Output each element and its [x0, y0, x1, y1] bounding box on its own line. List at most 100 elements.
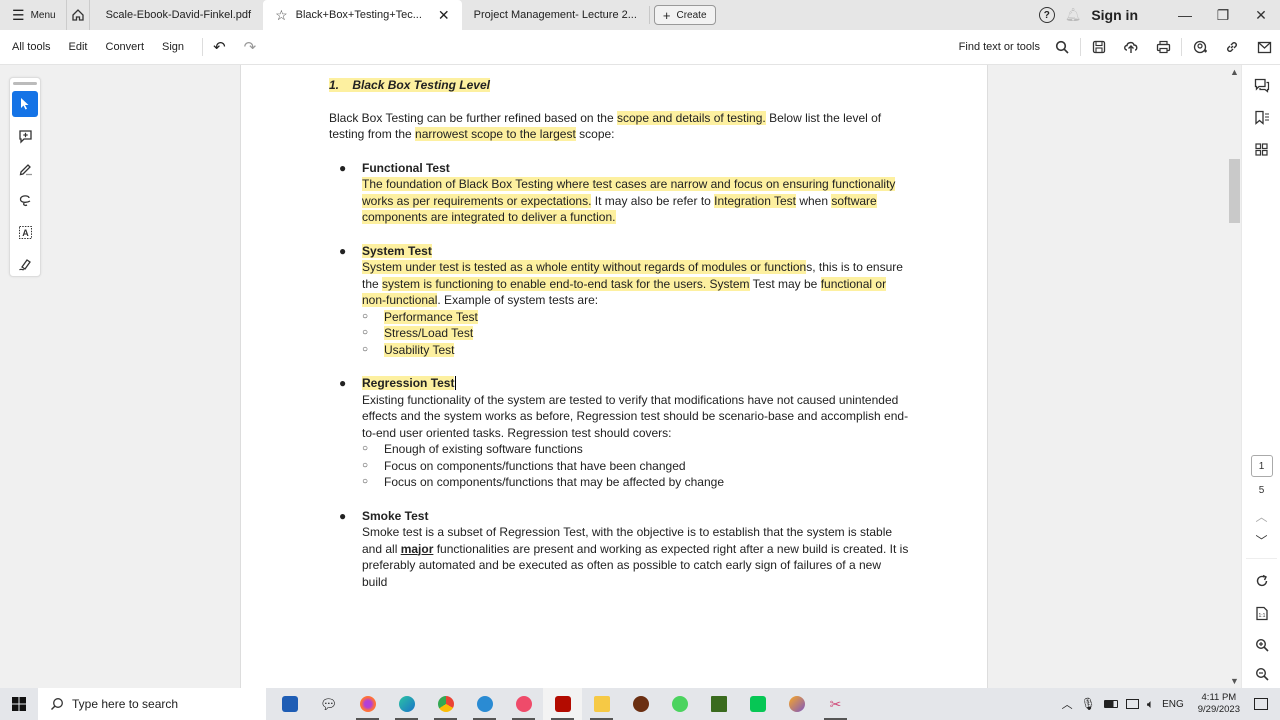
network-icon[interactable] [1125, 699, 1139, 709]
taskbar-app-firefox[interactable] [348, 688, 387, 720]
taskbar-app-acrobat[interactable] [543, 688, 582, 720]
highlighted-text: Integration Test [714, 193, 796, 208]
share-user-icon[interactable] [1184, 40, 1216, 55]
language-indicator[interactable]: ENG [1162, 699, 1184, 710]
taskbar-app-edge[interactable] [387, 688, 426, 720]
sign-button[interactable]: Sign [146, 41, 184, 53]
document-content: 1. Black Box Testing Level Black Box Tes… [329, 77, 909, 607]
redo-icon[interactable]: ↷ [244, 38, 257, 56]
draw-freeform-tool-button[interactable] [12, 187, 38, 213]
scroll-up-arrow[interactable]: ▲ [1230, 67, 1239, 77]
text-run: It may also be refer to [591, 193, 715, 208]
minimize-button[interactable]: — [1166, 7, 1204, 23]
taskbar-app-vpn[interactable] [777, 688, 816, 720]
show-hidden-icons-button[interactable]: ︿ [1062, 696, 1073, 712]
close-window-button[interactable]: ✕ [1242, 7, 1280, 24]
select-tool-button[interactable] [12, 91, 38, 117]
upload-cloud-icon[interactable] [1115, 40, 1147, 54]
sub-item-text: Focus on components/functions that have … [384, 458, 686, 473]
close-tab-icon[interactable]: ✕ [438, 7, 450, 24]
fit-page-button[interactable]: 1:1 [1242, 597, 1280, 629]
taskbar-app-snipping[interactable]: ✂ [816, 688, 855, 720]
hamburger-icon: ☰ [12, 6, 25, 23]
edit-button[interactable]: Edit [53, 41, 88, 53]
taskbar-app-chrome[interactable] [426, 688, 465, 720]
link-icon[interactable] [1216, 40, 1248, 54]
taskbar-search-box[interactable]: Type here to search [38, 688, 266, 720]
tab-label: Project Management- Lecture 2... [473, 9, 637, 21]
sub-bullet: ○ [362, 443, 369, 454]
print-icon[interactable] [1147, 40, 1179, 54]
comment-plus-icon [18, 129, 32, 144]
create-button[interactable]: + Create [653, 5, 716, 25]
tab-black-box-testing[interactable]: ☆ Black+Box+Testing+Tec... ✕ [263, 0, 462, 30]
taskbar-app-tweeter[interactable] [465, 688, 504, 720]
svg-text:A: A [22, 228, 29, 238]
scissors-icon: ✂ [829, 695, 842, 712]
search-icon[interactable] [1046, 40, 1078, 54]
menu-label: Menu [30, 9, 56, 21]
taskbar-app-line[interactable] [738, 688, 777, 720]
text-tool-button[interactable]: A [12, 219, 38, 245]
page-margin-area [988, 65, 1228, 688]
notifications-icon[interactable] [1254, 698, 1268, 710]
current-page-input[interactable]: 1 [1250, 455, 1273, 477]
sign-tool-button[interactable] [12, 251, 38, 277]
comments-panel-button[interactable] [1242, 69, 1280, 101]
star-icon[interactable]: ☆ [275, 7, 288, 24]
menu-button[interactable]: ☰ Menu [0, 0, 66, 30]
pdf-page: 1. Black Box Testing Level Black Box Tes… [240, 65, 988, 688]
taskbar-app-recorder[interactable] [504, 688, 543, 720]
taskbar-app-wechat[interactable] [660, 688, 699, 720]
image-app-icon [710, 696, 727, 712]
lasso-icon [19, 194, 30, 206]
pen-highlight-icon [19, 163, 32, 175]
scrollbar-thumb[interactable] [1229, 159, 1240, 223]
highlight-tool-button[interactable] [12, 155, 38, 181]
bookmarks-panel-button[interactable] [1242, 101, 1280, 133]
palette-drag-handle[interactable] [13, 82, 37, 85]
bullet: ● [339, 160, 347, 175]
rotate-button[interactable] [1242, 565, 1280, 597]
sub-item-text: Stress/Load Test [384, 326, 474, 340]
clock-time: 4:11 PM [1201, 692, 1237, 703]
tab-label: Black+Box+Testing+Tec... [295, 9, 422, 21]
microphone-icon[interactable]: 🎙︎ [1081, 697, 1096, 711]
previous-page-button[interactable]: ︿ [1242, 504, 1280, 528]
search-icon [51, 698, 63, 710]
left-panel: A [0, 65, 240, 688]
next-page-button[interactable]: ﹀ [1242, 528, 1280, 552]
add-comment-tool-button[interactable] [12, 123, 38, 149]
volume-icon[interactable]: 🔈︎ [1147, 697, 1154, 712]
tab-scale-ebook[interactable]: Scale-Ebook-David-Finkel.pdf [94, 0, 264, 30]
start-button[interactable] [0, 697, 38, 711]
scroll-down-arrow[interactable]: ▼ [1230, 676, 1239, 686]
all-tools-button[interactable]: All tools [0, 41, 51, 53]
zoom-in-button[interactable] [1242, 629, 1280, 661]
notification-bell-icon[interactable]: 🔔︎ [1065, 7, 1082, 23]
grid-thumbnails-icon [1255, 142, 1268, 156]
vertical-scrollbar[interactable]: ▲ ▼ [1228, 65, 1241, 688]
taskbar-app-chat[interactable]: 💬︎ [309, 688, 348, 720]
convert-button[interactable]: Convert [90, 41, 145, 53]
zoom-out-button[interactable] [1242, 661, 1280, 687]
right-panel: 1 5 ︿ ﹀ 1:1 [1241, 65, 1280, 688]
home-button[interactable] [65, 0, 90, 30]
firefox-icon [359, 696, 376, 712]
taskbar-app-game[interactable] [621, 688, 660, 720]
save-icon[interactable] [1083, 40, 1115, 54]
find-text-or-tools[interactable]: Find text or tools [959, 41, 1040, 53]
undo-icon[interactable]: ↶ [213, 38, 226, 56]
help-icon[interactable]: ? [1038, 7, 1055, 23]
tab-project-management[interactable]: Project Management- Lecture 2... [462, 0, 649, 30]
battery-icon[interactable] [1103, 700, 1118, 708]
email-icon[interactable] [1248, 41, 1280, 54]
taskbar-app-store[interactable] [270, 688, 309, 720]
taskbar-app-file-explorer[interactable] [582, 688, 621, 720]
thumbnails-panel-button[interactable] [1242, 133, 1280, 165]
restore-button[interactable]: ❐ [1204, 7, 1242, 24]
taskbar-app-image[interactable] [699, 688, 738, 720]
system-tray: ︿ 🎙︎ 🔈︎ ENG 4:11 PM 9/29/2023 [1058, 688, 1280, 720]
sign-in-button[interactable]: Sign in [1091, 7, 1138, 23]
clock[interactable]: 4:11 PM 9/29/2023 [1198, 692, 1240, 716]
